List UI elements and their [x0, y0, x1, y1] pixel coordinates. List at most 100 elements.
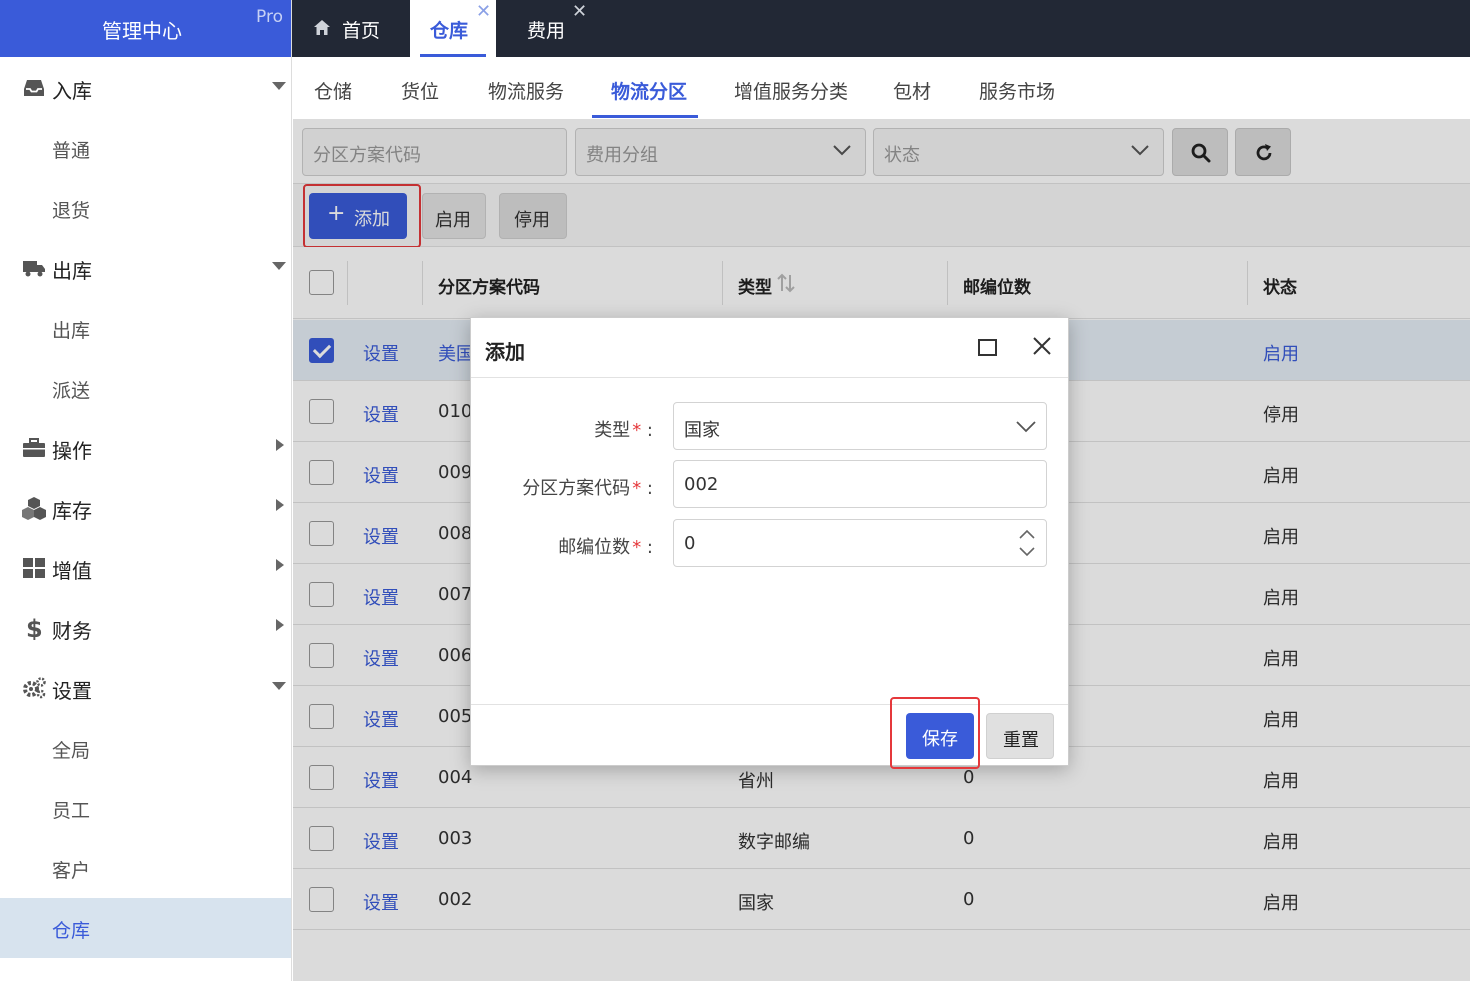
close-icon[interactable] [1031, 335, 1053, 357]
sidebar-group-label: 设置 [52, 679, 92, 703]
input-value: 002 [684, 474, 719, 495]
close-icon[interactable]: ✕ [572, 1, 587, 22]
close-icon[interactable]: ✕ [476, 1, 491, 22]
chevron-down-icon [272, 682, 286, 690]
required-mark: * [632, 478, 642, 499]
sidebar-item-customer[interactable]: 客户 [0, 838, 291, 898]
postcode-digits-stepper[interactable]: 0 [673, 519, 1047, 567]
dialog-footer: 保存 重置 [471, 697, 1068, 769]
chevron-down-icon[interactable] [1018, 546, 1036, 558]
sidebar-group-label: 增值 [52, 559, 92, 583]
brand-header: 管理中心 Pro [0, 0, 291, 57]
label-colon: : [646, 537, 653, 558]
button-label: 重置 [1003, 730, 1039, 751]
brand-badge: Pro [256, 7, 283, 27]
chevron-down-icon [1016, 421, 1036, 433]
sidebar: 管理中心 Pro 入库 普通 退货 出库 出库 派送 操作 库存 增值 $ 财务 [0, 0, 292, 981]
zone-code-field-label: 分区方案代码 * : [522, 474, 653, 500]
sidebar-group-label: 入库 [52, 79, 92, 103]
label-text: 类型 [594, 420, 631, 441]
sidebar-group-finance[interactable]: $ 财务 [0, 598, 291, 658]
label-colon: : [646, 478, 653, 499]
sidebar-group-outbound[interactable]: 出库 [0, 238, 291, 298]
sidebar-item-outbound[interactable]: 出库 [0, 298, 291, 358]
zone-code-input[interactable]: 002 [673, 460, 1047, 508]
add-dialog: 添加 类型 * : 国家 分区方案代码 * : 002 邮编位数 * : 0 保存 重… [470, 317, 1069, 769]
label-text: 分区方案代码 [522, 478, 631, 499]
chevron-right-icon [276, 439, 284, 451]
sidebar-item-global[interactable]: 全局 [0, 718, 291, 778]
sidebar-item-label: 全局 [52, 740, 91, 762]
subtab-value-added-category[interactable]: 增值服务分类 [734, 77, 848, 104]
sidebar-group-inventory[interactable]: 库存 [0, 478, 291, 538]
gears-icon [23, 677, 46, 699]
subtab-logistics-service[interactable]: 物流服务 [488, 77, 564, 104]
sidebar-item-delivery[interactable]: 派送 [0, 358, 291, 418]
sub-tab-bar: 仓储 货位 物流服务 物流分区 增值服务分类 包材 服务市场 [293, 57, 1470, 119]
briefcase-icon [23, 438, 45, 457]
tab-fees[interactable]: 费用 ✕ [496, 0, 592, 57]
sidebar-item-label: 员工 [52, 800, 91, 822]
subtab-packaging[interactable]: 包材 [893, 77, 931, 104]
chevron-right-icon [276, 559, 284, 571]
sidebar-item-label: 出库 [52, 320, 91, 342]
type-select[interactable]: 国家 [673, 402, 1047, 450]
grid-icon [23, 558, 45, 578]
tab-home[interactable]: 首页 [292, 0, 410, 57]
label-text: 邮编位数 [558, 537, 631, 558]
sidebar-group-label: 库存 [52, 499, 92, 523]
sidebar-item-fees[interactable]: 费用 [0, 958, 291, 981]
sidebar-group-label: 财务 [52, 619, 92, 643]
tab-label: 首页 [342, 20, 381, 42]
subtab-storage[interactable]: 仓储 [314, 77, 352, 104]
subtab-logistics-zone[interactable]: 物流分区 [611, 77, 687, 104]
chevron-right-icon [276, 619, 284, 631]
chevron-up-icon[interactable] [1018, 528, 1036, 540]
sidebar-item-warehouse[interactable]: 仓库 [0, 898, 291, 958]
active-tab-indicator [592, 115, 698, 118]
cubes-icon [22, 497, 46, 520]
tab-label: 仓库 [430, 20, 469, 42]
sidebar-item-label: 仓库 [52, 920, 91, 942]
highlight-box [890, 697, 980, 769]
sidebar-group-operations[interactable]: 操作 [0, 418, 291, 478]
maximize-icon[interactable] [978, 339, 997, 356]
sidebar-item-label: 派送 [52, 380, 91, 402]
input-value: 0 [684, 533, 696, 554]
required-mark: * [632, 420, 642, 441]
sidebar-item-returns[interactable]: 退货 [0, 178, 291, 238]
sidebar-item-label: 客户 [52, 860, 91, 882]
dialog-title: 添加 [485, 340, 525, 364]
chevron-right-icon [276, 499, 284, 511]
sidebar-group-label: 操作 [52, 439, 92, 463]
sidebar-group-value-added[interactable]: 增值 [0, 538, 291, 598]
dialog-header: 添加 [471, 318, 1068, 378]
subtab-service-market[interactable]: 服务市场 [979, 77, 1055, 104]
chevron-down-icon [272, 82, 286, 90]
subtab-location[interactable]: 货位 [401, 77, 439, 104]
sidebar-item-label: 普通 [52, 140, 91, 162]
sidebar-item-label: 费用 [52, 976, 90, 981]
svg-text:$: $ [26, 616, 43, 640]
postcode-digits-field-label: 邮编位数 * : [558, 533, 653, 559]
brand-title: 管理中心 [102, 19, 182, 43]
tab-label: 费用 [527, 20, 566, 42]
sidebar-item-normal[interactable]: 普通 [0, 118, 291, 178]
sidebar-group-inbound[interactable]: 入库 [0, 58, 291, 118]
select-value: 国家 [684, 420, 720, 441]
dollar-icon: $ [26, 616, 43, 640]
truck-icon [23, 261, 45, 277]
type-field-label: 类型 * : [594, 416, 653, 442]
tab-warehouse[interactable]: 仓库 ✕ [410, 0, 496, 57]
inbox-icon [24, 80, 44, 96]
label-colon: : [646, 420, 653, 441]
sidebar-item-staff[interactable]: 员工 [0, 778, 291, 838]
sidebar-item-label: 退货 [52, 200, 91, 222]
home-icon [314, 20, 330, 35]
reset-button[interactable]: 重置 [986, 713, 1054, 759]
top-tab-bar: 首页 仓库 ✕ 费用 ✕ [292, 0, 1470, 57]
chevron-down-icon [272, 262, 286, 270]
sidebar-group-label: 出库 [52, 259, 92, 283]
sidebar-group-settings[interactable]: 设置 [0, 658, 291, 718]
required-mark: * [632, 537, 642, 558]
